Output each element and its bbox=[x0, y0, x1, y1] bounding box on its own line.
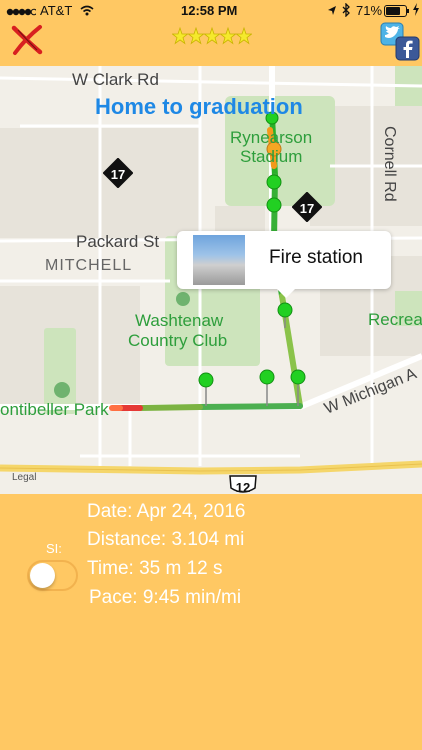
star-icon bbox=[235, 26, 253, 45]
si-toggle[interactable] bbox=[27, 560, 78, 591]
route-17-shield-icon: 17 bbox=[292, 192, 322, 222]
street-label: W Clark Rd bbox=[72, 70, 159, 89]
header-bar bbox=[0, 20, 422, 66]
facebook-icon bbox=[395, 36, 420, 61]
close-x-icon[interactable] bbox=[10, 24, 43, 56]
battery-icon bbox=[384, 5, 410, 20]
stats-panel: Date: Apr 24, 2016 Distance: 3.104 mi Ti… bbox=[0, 494, 422, 750]
charging-bolt-icon bbox=[412, 3, 420, 19]
stadium-label: Rynearson bbox=[230, 128, 313, 147]
toggle-knob bbox=[30, 563, 55, 588]
poi-callout[interactable]: Fire station bbox=[177, 231, 391, 298]
star-icon bbox=[187, 26, 205, 45]
star-icon bbox=[203, 26, 221, 45]
stat-pace: Pace: 9:45 min/mi bbox=[89, 587, 242, 608]
poi-label: Fire station bbox=[269, 247, 363, 268]
stat-time: Time: 35 m 12 s bbox=[87, 558, 223, 579]
park-label: ontibeller Park bbox=[0, 400, 109, 419]
park-label: Country Club bbox=[128, 331, 228, 350]
park-label: Recrea bbox=[368, 310, 422, 329]
si-label: SI: bbox=[46, 541, 62, 556]
stat-date: Date: Apr 24, 2016 bbox=[87, 501, 246, 522]
share-buttons bbox=[380, 22, 420, 62]
signal-dots-icon bbox=[6, 5, 38, 20]
street-label: Cornell Rd bbox=[381, 126, 398, 202]
legal-link[interactable]: Legal bbox=[12, 472, 36, 483]
route-title: Home to graduation bbox=[95, 94, 303, 119]
poi-thumbnail bbox=[193, 235, 245, 285]
carrier-label: AT&T bbox=[40, 3, 73, 18]
status-bar: AT&T 12:58 PM 71% bbox=[0, 0, 422, 22]
stat-distance: Distance: 3.104 mi bbox=[87, 529, 245, 550]
street-label: Packard St bbox=[76, 232, 160, 251]
star-icon bbox=[171, 26, 189, 45]
us-12-shield-icon: 12 bbox=[228, 474, 258, 494]
neighborhood-label: MITCHELL bbox=[45, 257, 133, 274]
battery-percent: 71% bbox=[356, 3, 383, 18]
park-label: Washtenaw bbox=[135, 311, 224, 330]
rating-stars[interactable] bbox=[171, 25, 253, 47]
wifi-icon bbox=[80, 4, 94, 19]
route-map[interactable]: Home to graduation W Clark Rd Rynearson … bbox=[0, 66, 422, 494]
stadium-label: Stadium bbox=[240, 147, 303, 166]
location-arrow-icon bbox=[327, 4, 337, 19]
star-icon bbox=[219, 26, 237, 45]
bluetooth-icon bbox=[342, 2, 350, 20]
route-17-shield-icon: 17 bbox=[103, 158, 133, 188]
status-time: 12:58 PM bbox=[181, 3, 238, 18]
